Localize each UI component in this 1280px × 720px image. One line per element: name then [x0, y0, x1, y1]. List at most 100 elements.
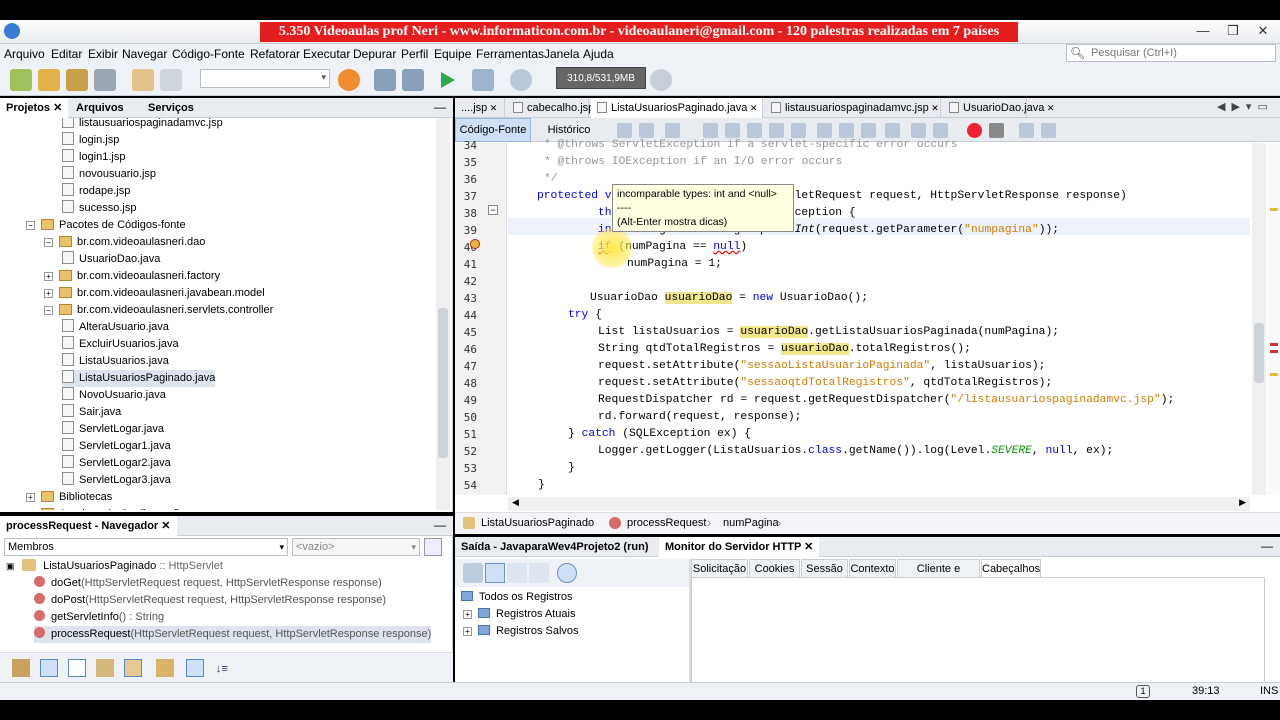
open-project-icon[interactable] — [66, 69, 88, 91]
tree-item[interactable]: ServletLogar2.java — [62, 455, 171, 472]
fqn-icon[interactable] — [156, 659, 174, 677]
new-file-icon[interactable] — [10, 69, 32, 91]
editor-tab[interactable]: cabecalho.jsp ✕ — [507, 98, 604, 118]
filter-icon[interactable] — [424, 538, 442, 556]
editor-tab[interactable]: UsuarioDao.java ✕ — [943, 98, 1054, 118]
save-all-icon[interactable] — [94, 69, 116, 91]
forward-icon[interactable] — [639, 123, 654, 138]
method-item[interactable]: processRequest(HttpServletRequest reques… — [34, 626, 432, 643]
tree-item[interactable]: rodape.jsp — [62, 183, 130, 200]
tree-item[interactable]: + br.com.videoaulasneri.factory — [44, 268, 220, 285]
tree-item[interactable]: Sair.java — [62, 404, 121, 421]
menu-5[interactable]: Refatorar — [250, 47, 300, 61]
filter-select[interactable]: <vazio> ▾ — [292, 538, 420, 556]
toggle-bookmark-icon[interactable] — [885, 123, 900, 138]
tree-item[interactable]: ListaUsuariosPaginado.java — [62, 370, 216, 387]
monitor-tree-item[interactable]: Todos os Registros — [461, 589, 573, 606]
expand-icon[interactable]: − — [44, 306, 53, 315]
menu-2[interactable]: Exibir — [88, 47, 118, 61]
menu-12[interactable]: Ajuda — [583, 47, 614, 61]
uncomment-icon[interactable] — [1041, 123, 1056, 138]
tree-item[interactable]: NovoUsuario.java — [62, 387, 166, 404]
monitor-tree-item[interactable]: + Registros Atuais — [463, 606, 575, 623]
browser-icon[interactable] — [338, 69, 360, 91]
menu-9[interactable]: Equipe — [434, 47, 471, 61]
sort-desc-icon[interactable] — [529, 563, 549, 583]
find-selection-icon[interactable] — [769, 123, 784, 138]
expand-icon[interactable]: + — [463, 610, 472, 619]
find-next-icon[interactable] — [747, 123, 762, 138]
fold-icon[interactable]: − — [488, 205, 498, 215]
inherited-icon[interactable] — [124, 659, 142, 677]
tab-http-monitor[interactable]: Monitor do Servidor HTTP ✕ — [659, 537, 820, 557]
expand-icon[interactable]: + — [463, 627, 472, 636]
tree-item[interactable]: AlteraUsuario.java — [62, 319, 169, 336]
stop-macro-icon[interactable] — [989, 123, 1004, 138]
tree-item[interactable]: − Pacotes de Códigos-fonte — [26, 217, 186, 234]
minimize-panel-icon[interactable]: — — [1261, 539, 1273, 553]
navigator-class[interactable]: ▣ ListaUsuariosPaginado :: HttpServlet — [6, 558, 223, 575]
close-icon[interactable]: ✕ — [804, 541, 813, 553]
comment-icon[interactable] — [1019, 123, 1034, 138]
configuration-select[interactable]: ▾ — [200, 69, 330, 88]
editor-tab[interactable]: ....jsp ✕ — [455, 98, 505, 118]
start-macro-icon[interactable] — [967, 123, 982, 138]
minimize-icon[interactable]: — — [1188, 22, 1218, 40]
next-bookmark-icon[interactable] — [861, 123, 876, 138]
gc-icon[interactable] — [650, 69, 672, 91]
monitor-tree-item[interactable]: + Registros Salvos — [463, 623, 579, 640]
tab-servicos[interactable]: Serviços — [142, 98, 200, 118]
monitor-tab[interactable]: Cliente e Servidor — [897, 559, 980, 593]
non-public-icon[interactable] — [96, 659, 114, 677]
expand-icon[interactable]: + — [26, 493, 35, 502]
tree-item[interactable]: ListaUsuarios.java — [62, 353, 169, 370]
tree-item[interactable]: + Bibliotecas — [26, 489, 112, 506]
shift-left-icon[interactable] — [911, 123, 926, 138]
find-prev-icon[interactable] — [725, 123, 740, 138]
menu-1[interactable]: Editar — [51, 47, 82, 61]
menu-8[interactable]: Perfil — [401, 47, 428, 61]
sort-source-icon[interactable]: ↓≡ — [214, 659, 232, 677]
tree-item[interactable]: listausuariospaginadamvc.jsp — [62, 118, 223, 132]
sort-name-icon[interactable] — [186, 659, 204, 677]
close-icon[interactable]: ✕ — [1248, 22, 1278, 40]
close-icon[interactable]: ✕ — [929, 103, 939, 113]
close-icon[interactable]: ✕ — [487, 103, 498, 113]
monitor-tab[interactable]: Cabeçalhos — [981, 559, 1041, 577]
build-icon[interactable] — [374, 69, 396, 91]
expand-icon[interactable]: − — [44, 238, 53, 247]
tree-item[interactable]: UsuarioDao.java — [62, 251, 160, 268]
error-stripe[interactable] — [1268, 143, 1280, 495]
tab-navigator[interactable]: processRequest - Navegador ✕ — [0, 516, 177, 536]
tree-item[interactable]: novousuario.jsp — [62, 166, 156, 183]
method-item[interactable]: doPost(HttpServletRequest request, HttpS… — [34, 592, 386, 609]
minimize-panel-icon[interactable]: — — [434, 518, 446, 532]
debug-icon[interactable] — [472, 69, 494, 91]
editor-tab[interactable]: listausuariospaginadamvc.jsp ✕ — [765, 98, 941, 118]
toggle-rect-icon[interactable] — [817, 123, 832, 138]
redo-icon[interactable] — [160, 69, 182, 91]
breadcrumb-class[interactable]: ListaUsuariosPaginado — [481, 517, 594, 529]
memory-indicator[interactable]: 310,8/531,9MB — [556, 67, 646, 89]
clean-build-icon[interactable] — [402, 69, 424, 91]
profile-icon[interactable] — [510, 69, 532, 91]
toggle-highlight-icon[interactable] — [791, 123, 806, 138]
menu-7[interactable]: Depurar — [353, 47, 396, 61]
editor-horizontal-scrollbar[interactable]: ◀ ▶ — [508, 497, 1250, 511]
monitor-tab[interactable]: Contexto — [849, 559, 896, 577]
new-project-icon[interactable] — [38, 69, 60, 91]
sort-alpha-icon[interactable] — [507, 563, 527, 583]
tree-item[interactable]: ServletLogar3.java — [62, 472, 171, 489]
fields-icon[interactable] — [40, 659, 58, 677]
notification-badge[interactable]: 1 — [1136, 685, 1150, 698]
tree-item[interactable]: − br.com.videoaulasneri.dao — [44, 234, 205, 251]
shift-right-icon[interactable] — [933, 123, 948, 138]
monitor-tab[interactable]: Sessão — [801, 559, 848, 577]
menu-3[interactable]: Navegar — [122, 47, 167, 61]
back-icon[interactable] — [617, 123, 632, 138]
menu-10[interactable]: Ferramentas — [476, 47, 544, 61]
expand-icon[interactable]: − — [26, 221, 35, 230]
close-icon[interactable]: ✕ — [747, 103, 758, 113]
expand-icon[interactable]: + — [44, 289, 53, 298]
menu-11[interactable]: Janela — [544, 47, 579, 61]
